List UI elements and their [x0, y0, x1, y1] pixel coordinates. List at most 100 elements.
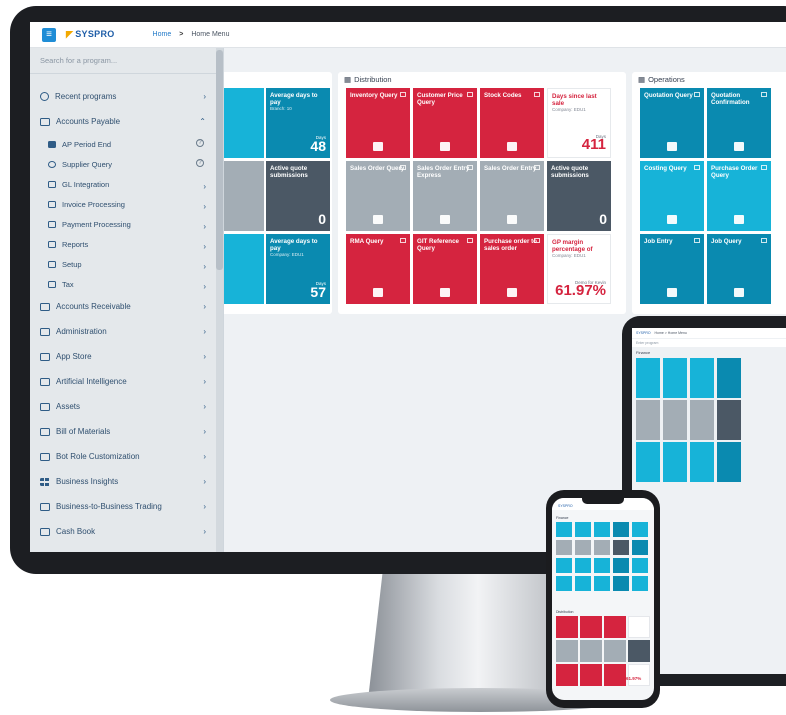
- tile-title: Stock Codes: [484, 92, 522, 99]
- sidebar-item[interactable]: App Store ›: [30, 344, 216, 369]
- sidebar-item[interactable]: Supplier Query?: [30, 154, 216, 174]
- sidebar-item-label: Artificial Intelligence: [56, 377, 127, 386]
- tile-title: GP margin percentage of: [552, 239, 593, 253]
- open-icon[interactable]: [467, 238, 473, 243]
- folder-icon: [48, 260, 56, 268]
- tile-title: Active quote submissions: [270, 165, 308, 179]
- sidebar-item[interactable]: Reports ›: [30, 234, 216, 254]
- dashboard-tile[interactable]: Average days to pay Branch: 10 Days 48: [266, 88, 330, 158]
- open-icon[interactable]: [534, 238, 540, 243]
- sidebar-item[interactable]: Business Insights ›: [30, 469, 216, 494]
- sidebar-item[interactable]: Artificial Intelligence ›: [30, 369, 216, 394]
- tablet-tile: [663, 400, 687, 440]
- sidebar-scroll-thumb[interactable]: [216, 50, 223, 270]
- dashboard-tile[interactable]: Purchase Order Query: [707, 161, 771, 231]
- open-icon[interactable]: [694, 238, 700, 243]
- grid-icon: [40, 477, 50, 486]
- sidebar-item-label: Accounts Payable: [56, 117, 121, 126]
- open-icon[interactable]: [761, 92, 767, 97]
- dashboard-tile[interactable]: Purchase order to sales order: [480, 234, 544, 304]
- open-icon[interactable]: [694, 165, 700, 170]
- sidebar-item-label: Supplier Query: [62, 159, 113, 169]
- tile-title: Purchase order to sales order: [484, 238, 537, 252]
- open-icon[interactable]: [467, 165, 473, 170]
- chevron-right-icon: ›: [203, 477, 206, 486]
- program-search-input[interactable]: Search for a program...: [30, 48, 223, 74]
- chevron-right-icon: ›: [203, 502, 206, 511]
- help-icon[interactable]: ?: [196, 159, 204, 167]
- sidebar-item[interactable]: Bill of Materials ›: [30, 419, 216, 444]
- hamburger-menu-icon[interactable]: ≡: [42, 27, 56, 42]
- open-icon[interactable]: [534, 92, 540, 97]
- dashboard-tile[interactable]: Sales Order Query: [346, 161, 410, 231]
- open-icon[interactable]: [467, 92, 473, 97]
- dashboard-tile[interactable]: Stock Codes: [480, 88, 544, 158]
- dashboard-tile[interactable]: Customer Price Query: [413, 88, 477, 158]
- open-icon[interactable]: [534, 165, 540, 170]
- dashboard-tile[interactable]: Costing Query: [640, 161, 704, 231]
- open-icon[interactable]: [400, 92, 406, 97]
- sidebar-item[interactable]: Administration ›: [30, 319, 216, 344]
- folder-icon: [40, 302, 50, 311]
- cart-icon: [734, 215, 744, 224]
- dashboard-tile[interactable]: Quotation Confirmation: [707, 88, 771, 158]
- open-icon[interactable]: [400, 238, 406, 243]
- open-icon[interactable]: [694, 92, 700, 97]
- sidebar-item[interactable]: Business-to-Business Trading ›: [30, 494, 216, 519]
- phone-tile: [628, 664, 650, 686]
- breadcrumb: Home > Home Menu: [153, 31, 230, 38]
- sidebar-item[interactable]: Cash Book ›: [30, 519, 216, 544]
- folder-icon: [48, 220, 56, 228]
- dashboard-tile[interactable]: GP margin percentage of Company: EDU1 Demo…: [547, 234, 611, 304]
- sidebar-item[interactable]: Accounts Receivable ›: [30, 294, 216, 319]
- help-icon[interactable]: ?: [196, 139, 204, 147]
- sidebar-item[interactable]: Invoice Processing ›: [30, 194, 216, 214]
- card-icon: [507, 142, 517, 151]
- tile-subtitle: Company: EDU1: [552, 253, 586, 258]
- sidebar-item[interactable]: Bot Role Customization ›: [30, 444, 216, 469]
- phone-tile: [575, 522, 591, 537]
- dashboard-tile[interactable]: GIT Reference Query: [413, 234, 477, 304]
- open-icon[interactable]: [761, 165, 767, 170]
- sidebar-item-label: Reports: [62, 239, 89, 249]
- sidebar-item-label: Recent programs: [55, 92, 117, 101]
- dashboard-tile[interactable]: Inventory Query: [346, 88, 410, 158]
- breadcrumb-home[interactable]: Home: [153, 31, 172, 38]
- sidebar-item[interactable]: GL Integration ›: [30, 174, 216, 194]
- sidebar-item[interactable]: Tax ›: [30, 274, 216, 294]
- dashboard-tile[interactable]: Active quote submissions 0: [547, 161, 611, 231]
- phone-tile: [604, 640, 626, 662]
- sidebar-item[interactable]: Assets ›: [30, 394, 216, 419]
- open-icon[interactable]: [400, 165, 406, 170]
- operations-panel: ▦ Operations Quotation Query Quotation Con…: [632, 72, 786, 314]
- sidebar-item[interactable]: AP Period End?: [30, 134, 216, 154]
- tile-subtitle: Company: EDU1: [270, 252, 304, 257]
- phone-tile: [556, 540, 572, 555]
- window-icon: [440, 215, 450, 224]
- sidebar-item-label: GL Integration: [62, 179, 110, 189]
- dashboard-tile[interactable]: Job Entry: [640, 234, 704, 304]
- sidebar-item-label: Accounts Receivable: [56, 302, 131, 311]
- dashboard-tile[interactable]: Active quote submissions 0: [266, 161, 330, 231]
- sidebar-item[interactable]: Setup ›: [30, 254, 216, 274]
- sidebar-item-label: Bill of Materials: [56, 427, 111, 436]
- dashboard-tile[interactable]: Average days to pay Company: EDU1 Days 57: [266, 234, 330, 304]
- dashboard-tile[interactable]: Sales Order Entry: [480, 161, 544, 231]
- dashboard-tile[interactable]: RMA Query: [346, 234, 410, 304]
- folder-icon: [48, 200, 56, 208]
- dashboard-tile[interactable]: Sales Order Entry Express: [413, 161, 477, 231]
- dashboard-tile[interactable]: Days since last sale Company: EDU1 Days 411: [547, 88, 611, 158]
- sidebar-item[interactable]: Accounts Payable ⌃: [30, 109, 216, 134]
- chevron-right-icon: ›: [203, 452, 206, 461]
- sidebar-item[interactable]: Payment Processing ›: [30, 214, 216, 234]
- chevron-right-icon: ›: [203, 352, 206, 361]
- sidebar-item[interactable]: Recent programs ›: [30, 84, 216, 109]
- sidebar-item-label: Business-to-Business Trading: [56, 502, 162, 511]
- dashboard-tile[interactable]: Job Query: [707, 234, 771, 304]
- chevron-right-icon: ›: [203, 92, 206, 101]
- open-icon[interactable]: [761, 238, 767, 243]
- tile-title: Job Query: [711, 238, 742, 245]
- dashboard-tile[interactable]: Quotation Query: [640, 88, 704, 158]
- sidebar-scrollbar[interactable]: [216, 48, 223, 552]
- tablet-tile: [690, 442, 714, 482]
